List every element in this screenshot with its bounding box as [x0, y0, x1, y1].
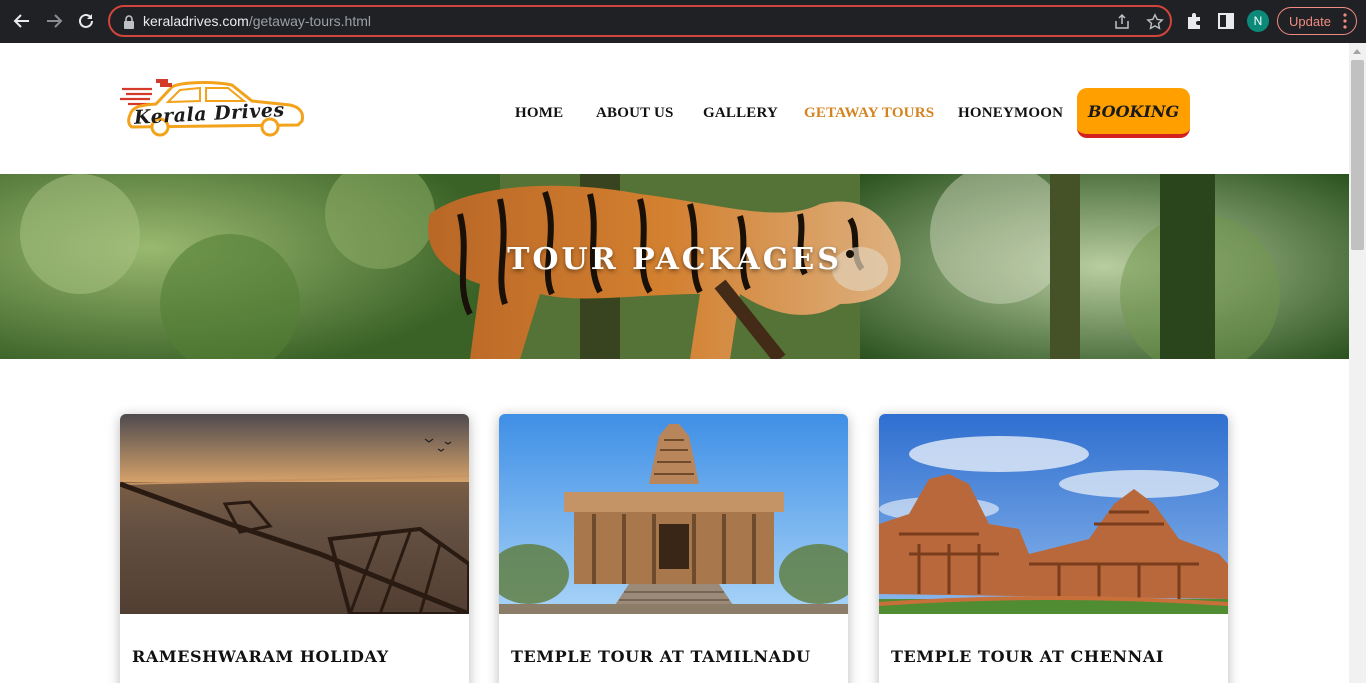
nav-getaway-tours[interactable]: GETAWAY TOURS	[804, 105, 934, 122]
scroll-up-arrow-icon[interactable]	[1353, 49, 1361, 54]
tour-card-rameshwaram[interactable]: RAMESHWARAM HOLIDAY	[120, 414, 469, 683]
bookmark-star-icon[interactable]	[1146, 13, 1164, 31]
nav-gallery[interactable]: GALLERY	[703, 105, 778, 122]
hero-banner: TOUR PACKAGES	[0, 174, 1349, 359]
extensions-puzzle-icon[interactable]	[1184, 11, 1204, 31]
brihadeeswara-temple-image	[499, 414, 848, 614]
tour-card-chennai[interactable]: TEMPLE TOUR AT CHENNAI	[879, 414, 1228, 683]
site-logo[interactable]: Kerala Drives	[120, 77, 310, 139]
booking-button[interactable]: BOOKING	[1077, 88, 1190, 138]
url-text: keraladrives.com/getaway-tours.html	[143, 13, 371, 29]
address-bar[interactable]: keraladrives.com/getaway-tours.html	[108, 5, 1172, 37]
page-scrollbar[interactable]	[1349, 43, 1366, 683]
nav-honeymoon[interactable]: HONEYMOON	[958, 105, 1063, 122]
pamban-bridge-sunset-image	[120, 414, 469, 614]
side-panel-icon[interactable]	[1216, 11, 1236, 31]
nav-home[interactable]: HOME	[515, 105, 563, 122]
reload-button[interactable]	[73, 8, 99, 34]
site-header: Kerala Drives HOME ABOUT US GALLERY GETA…	[0, 43, 1349, 174]
reload-icon	[79, 13, 93, 28]
lock-icon	[124, 15, 134, 29]
tour-card-title: RAMESHWARAM HOLIDAY	[132, 647, 389, 666]
forward-arrow-icon	[47, 14, 63, 28]
shore-temple-image	[879, 414, 1228, 614]
back-button[interactable]	[9, 8, 35, 34]
web-page: Kerala Drives HOME ABOUT US GALLERY GETA…	[0, 43, 1349, 683]
banner-title: TOUR PACKAGES	[507, 242, 842, 277]
scrollbar-thumb[interactable]	[1351, 60, 1364, 250]
tour-card-title: TEMPLE TOUR AT TAMILNADU	[511, 647, 811, 666]
nav-about-us[interactable]: ABOUT US	[596, 105, 674, 122]
forward-button[interactable]	[41, 8, 67, 34]
share-icon[interactable]	[1113, 13, 1131, 31]
back-arrow-icon	[13, 14, 29, 28]
update-button[interactable]: Update	[1277, 7, 1357, 35]
url-path: /getaway-tours.html	[248, 13, 371, 29]
more-menu-icon	[1343, 13, 1347, 29]
update-label: Update	[1289, 13, 1331, 29]
browser-toolbar: keraladrives.com/getaway-tours.html N Up…	[0, 0, 1366, 43]
url-domain: keraladrives.com	[143, 13, 249, 29]
profile-avatar[interactable]: N	[1247, 10, 1269, 32]
tour-card-tamilnadu[interactable]: TEMPLE TOUR AT TAMILNADU	[499, 414, 848, 683]
tour-card-title: TEMPLE TOUR AT CHENNAI	[891, 647, 1164, 666]
